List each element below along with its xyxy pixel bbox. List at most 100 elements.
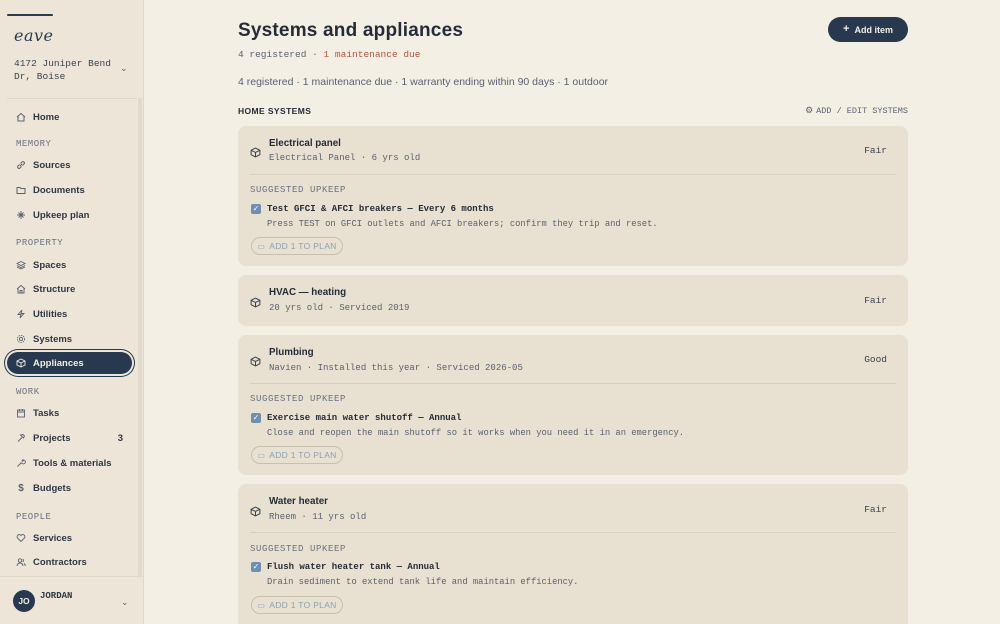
sidebar-item-structure[interactable]: Structure	[7, 278, 132, 300]
box-icon	[16, 358, 26, 368]
section-title-home-systems: HOME SYSTEMS	[238, 106, 312, 116]
gear-icon: ⚙	[805, 106, 814, 116]
calendar-icon: ▭	[257, 600, 266, 610]
task-description: Close and reopen the main shutoff so it …	[267, 428, 685, 438]
sidebar-item-sources[interactable]: Sources	[7, 154, 132, 176]
sidebar-item-tools-materials[interactable]: Tools & materials	[7, 452, 132, 474]
add-to-plan-button[interactable]: ▭ ADD 1 TO PLAN	[251, 596, 343, 614]
add-item-button[interactable]: + Add item	[828, 17, 908, 42]
separator: ·	[312, 49, 318, 60]
sidebar-item-documents[interactable]: Documents	[7, 179, 132, 201]
status-summary-mono: 4 registered · 1 maintenance due	[238, 49, 420, 60]
sidebar-item-label: Tools & materials	[33, 457, 112, 469]
sidebar-item-tasks[interactable]: Tasks	[7, 402, 132, 424]
card-name: Plumbing	[269, 347, 314, 358]
card-name: Electrical panel	[269, 138, 341, 149]
add-to-plan-label: ADD 1 TO PLAN	[269, 241, 337, 251]
add-edit-systems-link[interactable]: ⚙ ADD / EDIT SYSTEMS	[805, 106, 908, 116]
box-icon	[250, 295, 261, 308]
system-card-water-heater[interactable]: Water heater Rheem · 11 yrs old Fair SUG…	[238, 484, 908, 624]
sidebar-item-budgets[interactable]: $ Budgets	[7, 477, 132, 499]
card-divider	[250, 532, 896, 533]
card-divider	[250, 383, 896, 384]
sidebar-item-upkeep-plan[interactable]: Upkeep plan	[7, 204, 132, 226]
chevron-down-icon[interactable]: ⌄	[120, 63, 128, 74]
add-to-plan-label: ADD 1 TO PLAN	[269, 450, 337, 460]
sidebar-item-contractors[interactable]: Contractors	[7, 551, 132, 573]
sidebar-item-label: Contractors	[33, 556, 87, 568]
sidebar-item-services[interactable]: Services	[7, 527, 132, 549]
dollar-icon: $	[18, 482, 24, 494]
system-card-hvac-heating[interactable]: HVAC — heating 20 yrs old · Serviced 201…	[238, 275, 908, 326]
registered-count: 4 registered	[238, 49, 307, 60]
condition-status: Fair	[864, 145, 887, 156]
folder-icon	[16, 185, 26, 195]
sidebar-item-label: Services	[33, 532, 73, 544]
sparkle-icon	[16, 210, 26, 220]
add-edit-systems-label: ADD / EDIT SYSTEMS	[816, 106, 908, 116]
box-icon	[250, 145, 261, 158]
user-name: JORDAN	[40, 591, 73, 601]
checkbox-checked[interactable]: ✓	[251, 204, 261, 214]
sidebar-item-utilities[interactable]: Utilities	[7, 303, 132, 325]
card-name: HVAC — heating	[269, 287, 347, 298]
upkeep-label: SUGGESTED UPKEEP	[250, 185, 347, 195]
add-to-plan-button[interactable]: ▭ ADD 1 TO PLAN	[251, 446, 343, 464]
card-meta: 20 yrs old · Serviced 2019	[269, 303, 410, 313]
sidebar-item-label: Sources	[33, 159, 71, 171]
sidebar: eave 4172 Juniper Bend Dr, Boise ⌄ Home …	[0, 0, 144, 624]
system-card-electrical-panel[interactable]: Electrical panel Electrical Panel · 6 yr…	[238, 126, 908, 266]
calendar-icon: ▭	[257, 241, 266, 251]
section-label-property: PROPERTY	[16, 238, 64, 248]
chevron-down-icon[interactable]: ⌄	[121, 597, 129, 608]
maintenance-due-badge[interactable]: 1 maintenance due	[324, 49, 421, 60]
app-logo[interactable]: eave	[14, 26, 54, 45]
sidebar-item-label: Documents	[33, 184, 85, 196]
sidebar-item-label: Projects	[33, 432, 71, 444]
task-title: Test GFCI & AFCI breakers — Every 6 mont…	[267, 204, 494, 214]
sidebar-item-label: Spaces	[33, 259, 67, 271]
sidebar-item-spaces[interactable]: Spaces	[7, 254, 132, 276]
sidebar-item-label: Tasks	[33, 407, 60, 419]
sidebar-item-label: Budgets	[33, 482, 71, 494]
status-summary-line: 4 registered · 1 maintenance due · 1 war…	[238, 76, 609, 88]
calendar-icon: ▭	[257, 450, 266, 460]
sidebar-item-projects[interactable]: Projects 3	[7, 427, 132, 449]
add-item-label: Add item	[854, 24, 893, 35]
property-address[interactable]: 4172 Juniper Bend Dr, Boise	[14, 57, 119, 83]
sidebar-item-appliances[interactable]: Appliances	[7, 352, 132, 374]
plus-icon: +	[843, 23, 850, 35]
link-icon	[16, 160, 26, 170]
card-divider	[250, 174, 896, 175]
add-to-plan-label: ADD 1 TO PLAN	[269, 600, 337, 610]
layers-icon	[16, 260, 26, 270]
house-icon	[16, 284, 26, 294]
upkeep-label: SUGGESTED UPKEEP	[250, 394, 347, 404]
sidebar-item-systems[interactable]: Systems	[7, 328, 132, 350]
hammer-icon	[16, 433, 26, 443]
checkbox-checked[interactable]: ✓	[251, 562, 261, 572]
sidebar-item-label: Structure	[33, 283, 76, 295]
sidebar-scrollbar[interactable]	[138, 98, 142, 576]
avatar[interactable]: JO	[13, 590, 35, 612]
sidebar-item-label: Home	[33, 111, 60, 123]
box-icon	[250, 354, 261, 367]
task-description: Drain sediment to extend tank life and m…	[267, 577, 579, 587]
task-title: Exercise main water shutoff — Annual	[267, 413, 462, 423]
sidebar-item-label: Utilities	[33, 308, 68, 320]
home-icon	[16, 112, 26, 122]
section-label-memory: MEMORY	[16, 139, 52, 149]
task-title: Flush water heater tank — Annual	[267, 562, 440, 572]
condition-status: Fair	[864, 504, 887, 515]
condition-status: Good	[864, 354, 887, 365]
card-meta: Rheem · 11 yrs old	[269, 512, 367, 522]
user-menu[interactable]: JO JORDAN ⌄	[0, 576, 143, 624]
system-card-plumbing[interactable]: Plumbing Navien · Installed this year · …	[238, 335, 908, 475]
card-meta: Navien · Installed this year · Serviced …	[269, 363, 523, 373]
checkbox-checked[interactable]: ✓	[251, 413, 261, 423]
sidebar-item-home[interactable]: Home	[7, 106, 132, 128]
wrench-icon	[16, 458, 26, 468]
condition-status: Fair	[864, 295, 887, 306]
users-icon	[16, 557, 26, 567]
add-to-plan-button[interactable]: ▭ ADD 1 TO PLAN	[251, 237, 343, 255]
